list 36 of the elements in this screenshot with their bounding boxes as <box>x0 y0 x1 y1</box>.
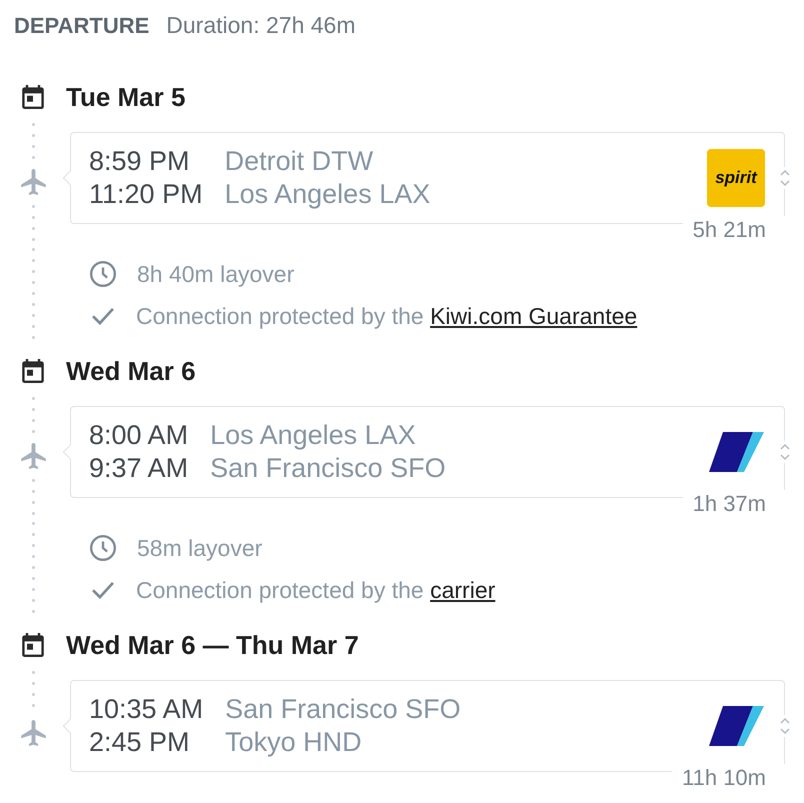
arrival-airport: San Francisco SFO <box>210 452 446 485</box>
calendar-icon <box>22 633 44 657</box>
arrival-time: 2:45 PM <box>89 726 191 759</box>
airplane-icon <box>20 442 46 468</box>
trip-duration: Duration: 27h 46m <box>166 11 356 40</box>
arrival-airport: Los Angeles LAX <box>224 178 430 211</box>
arrival-time: 11:20 PM <box>89 178 203 211</box>
calendar-icon <box>22 359 44 383</box>
connection-note: Connection protected by the carrier <box>136 576 496 604</box>
date-heading: Wed Mar 6 — Thu Mar 7 <box>66 629 359 662</box>
airplane-icon <box>20 720 46 746</box>
clock-icon <box>90 261 116 287</box>
layover-duration: 8h 40m layover <box>137 260 294 288</box>
date-heading: Tue Mar 5 <box>66 81 186 114</box>
connection-note: Connection protected by the Kiwi.com Guarantee <box>136 302 638 330</box>
checkmark-icon <box>91 581 115 599</box>
checkmark-icon <box>91 307 115 325</box>
departure-airport: San Francisco SFO <box>225 693 461 726</box>
airline-logo-icon <box>707 432 765 472</box>
airline-logo: spirit <box>707 149 765 207</box>
departure-time: 8:00 AM <box>89 419 188 452</box>
arrival-time: 9:37 AM <box>89 452 188 485</box>
airplane-icon <box>20 168 46 194</box>
layover-duration: 58m layover <box>137 534 262 562</box>
calendar-icon <box>22 85 44 109</box>
arrival-airport: Tokyo HND <box>225 726 363 759</box>
protection-link[interactable]: carrier <box>430 576 496 602</box>
departure-airport: Los Angeles LAX <box>210 419 417 452</box>
departure-time: 10:35 AM <box>89 693 204 726</box>
airline-logo-icon <box>707 706 765 746</box>
clock-icon <box>90 535 116 561</box>
departure-time: 8:59 PM <box>89 145 191 178</box>
section-title: DEPARTURE <box>14 12 150 40</box>
protection-link[interactable]: Kiwi.com Guarantee <box>430 302 638 328</box>
departure-airport: Detroit DTW <box>224 145 374 178</box>
date-heading: Wed Mar 6 <box>66 355 196 388</box>
